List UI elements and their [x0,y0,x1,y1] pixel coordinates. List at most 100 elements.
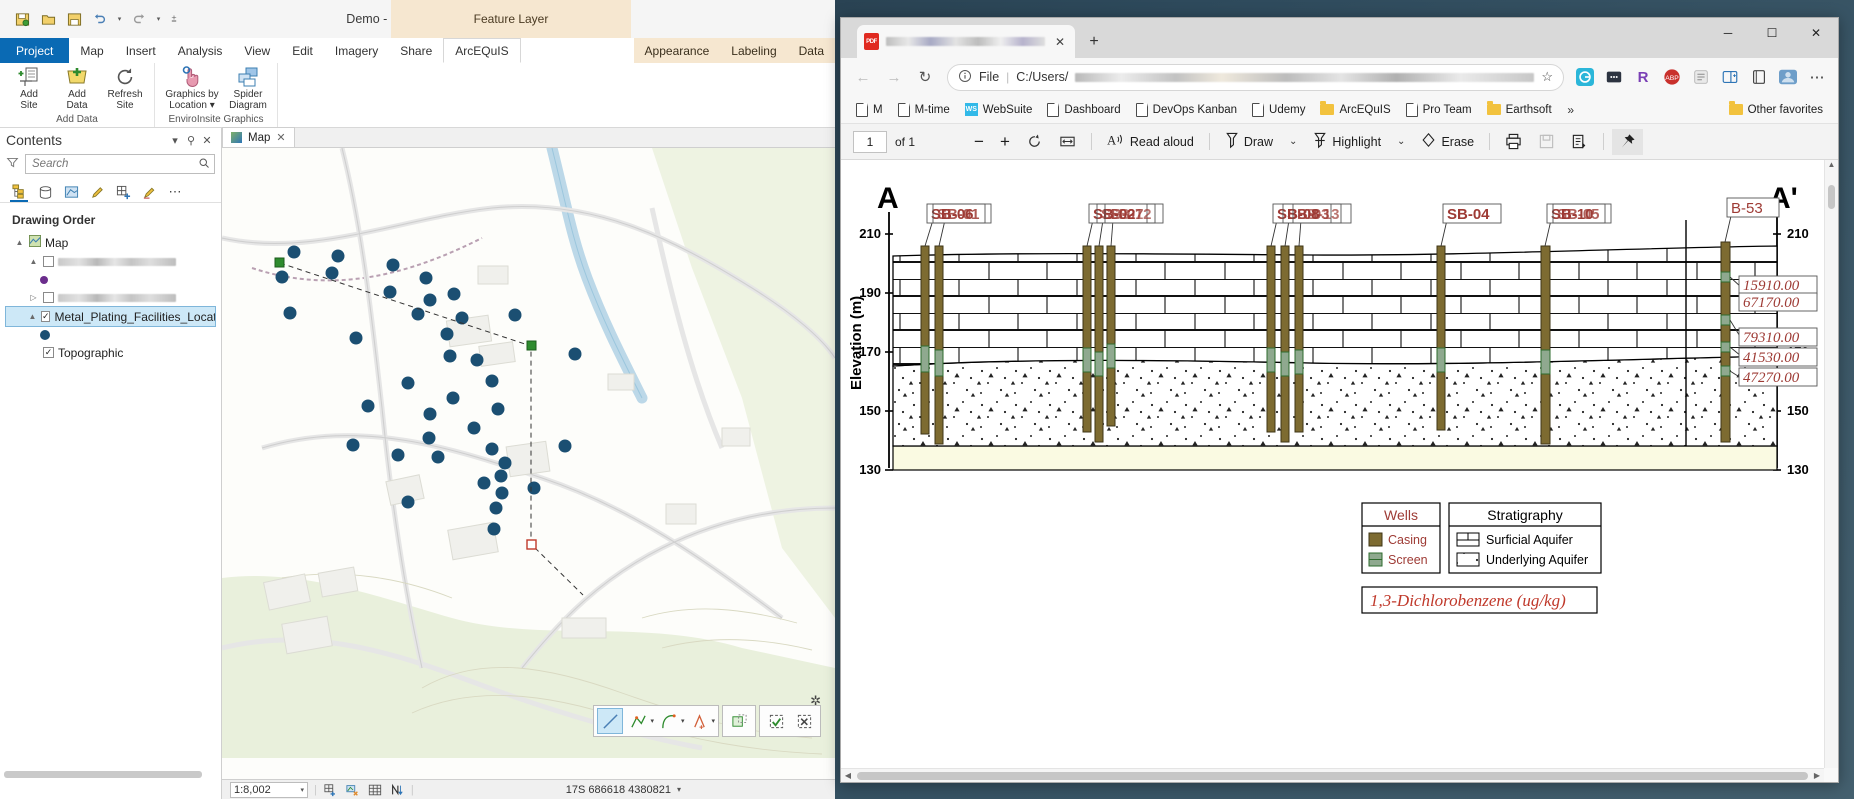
pdf-viewer-stage[interactable]: A A' 210190170 150130 Elevation (m) 2101… [841,160,1838,782]
list-by-snapping-icon[interactable] [114,182,132,202]
save-project-icon[interactable] [12,9,32,29]
scroll-thumb[interactable] [1828,185,1835,209]
line-tool[interactable] [597,708,623,734]
list-by-labeling-icon[interactable] [140,182,158,202]
highlight-dropdown[interactable]: ⌄ [1390,129,1412,155]
scroll-right-arrow[interactable]: ▶ [1810,771,1824,780]
undo-dropdown-icon[interactable]: ▾ [116,9,123,29]
map-canvas[interactable]: ▾ ▾ ▾ [222,148,835,779]
graphics-by-location-label-2[interactable]: Location ▾ [169,100,215,111]
delete-sketch-tool[interactable] [791,708,817,734]
bookmark-dashboard[interactable]: Dashboard [1041,100,1126,120]
expander-icon[interactable]: ▷ [28,293,39,302]
bookmark-m-time[interactable]: M-time [892,100,956,120]
scroll-up-arrow[interactable]: ▲ [1825,160,1838,169]
attribute-table-icon[interactable] [367,783,383,797]
search-input[interactable] [30,157,198,171]
back-button[interactable]: ← [849,63,877,91]
search-icon[interactable] [198,157,210,172]
minimize-button[interactable]: ─ [1706,18,1750,48]
maximize-button[interactable]: ☐ [1750,18,1794,48]
ribbon-tab-share[interactable]: Share [389,38,443,63]
bookmark-other-favorites[interactable]: Other favorites [1723,101,1829,119]
arc-tool[interactable] [656,708,682,734]
basemap-visibility-checkbox[interactable]: ✓ [43,347,54,358]
edit-vertices-tool[interactable] [726,708,752,734]
chevron-down-icon[interactable]: ▾ [677,785,681,794]
info-icon[interactable] [958,69,972,86]
bookmark-arcequis-folder[interactable]: ArcEQuIS [1314,101,1396,119]
pdf-vertical-scrollbar[interactable]: ▲ [1824,160,1838,768]
bookmark-udemy[interactable]: Udemy [1246,100,1311,120]
undo-icon[interactable] [90,9,110,29]
ribbon-tab-map[interactable]: Map [69,38,114,63]
list-by-drawing-order-icon[interactable] [10,182,28,202]
fit-page-icon[interactable] [1052,129,1083,155]
filter-icon[interactable] [6,156,20,172]
more-options-icon[interactable]: ⋯ [166,182,184,202]
pin-icon[interactable] [1612,129,1643,155]
grammarly-extension-icon[interactable] [1572,64,1598,90]
chevron-down-icon[interactable]: ▾ [300,786,304,794]
customize-qat-icon[interactable]: ⩲ [168,9,180,29]
abp-extension-icon[interactable]: ABP [1659,64,1685,90]
map-scale-selector[interactable]: 1:8,002 ▾ [230,782,308,798]
print-icon[interactable] [1498,129,1529,155]
refresh-button[interactable]: ↻ [911,63,939,91]
bookmark-m[interactable]: M [850,100,889,120]
browser-tab-pdf[interactable]: PDF ✕ [857,25,1075,58]
star-add-icon[interactable]: ☆ [1541,69,1553,85]
add-site-button[interactable]: Add Site [6,65,52,111]
close-tab-icon[interactable]: ✕ [1052,35,1068,49]
close-icon[interactable]: ✕ [276,131,285,144]
expander-icon[interactable]: ▲ [28,312,37,321]
layer-visibility-checkbox[interactable] [43,292,54,303]
save-as-icon[interactable] [1564,129,1595,155]
ribbon-tab-view[interactable]: View [233,38,281,63]
chevron-down-icon[interactable]: ▾ [167,134,183,147]
spider-diagram-button[interactable]: Spider Diagram [225,65,271,111]
draw-button[interactable]: Draw [1218,129,1280,155]
tree-item-layer-2[interactable]: ▷ [6,288,215,307]
ribbon-tab-data[interactable]: Data [788,38,835,63]
redo-dropdown-icon[interactable]: ▾ [155,9,162,29]
bookmark-pro-team[interactable]: Pro Team [1400,100,1478,120]
ribbon-tab-analysis[interactable]: Analysis [167,38,234,63]
tree-item-topographic[interactable]: ✓ Topographic [6,343,215,362]
ribbon-tab-arcequis[interactable]: ArcEQuIS [443,38,520,63]
close-icon[interactable]: ✕ [199,134,215,147]
split-screen-icon[interactable] [1717,64,1743,90]
gear-icon[interactable]: ✲ [810,693,821,709]
refresh-site-button[interactable]: Refresh Site [102,65,148,111]
save-as-icon[interactable] [64,9,84,29]
graphics-by-location-button[interactable]: Graphics by Location ▾ [161,65,223,111]
reader-extension-icon[interactable] [1688,64,1714,90]
pdf-horizontal-scrollbar[interactable]: ◀ ▶ [841,768,1824,782]
tree-item-layer-1[interactable]: ▲ [6,252,215,271]
scroll-left-arrow[interactable]: ◀ [841,771,855,780]
compass-icon[interactable] [389,783,405,797]
close-button[interactable]: ✕ [1794,18,1838,48]
ribbon-tab-edit[interactable]: Edit [281,38,324,63]
add-data-button[interactable]: Add Data [54,65,100,111]
list-by-editing-icon[interactable] [88,182,106,202]
pdf-page-input[interactable]: 1 [853,131,887,153]
highlight-button[interactable]: Highlight [1306,129,1388,155]
polygon-tool[interactable] [686,708,712,734]
polygon-tool-dropdown[interactable]: ▾ [711,717,715,725]
draw-dropdown[interactable]: ⌄ [1282,129,1304,155]
bookmark-devops-kanban[interactable]: DevOps Kanban [1130,100,1243,120]
layer-visibility-checkbox[interactable] [43,256,54,267]
pin-icon[interactable]: ⚲ [183,134,199,147]
expander-icon[interactable]: ▲ [14,238,25,247]
list-by-data-source-icon[interactable] [36,182,54,202]
expander-icon[interactable]: ▲ [28,257,39,266]
collections-icon[interactable] [1601,64,1627,90]
address-bar[interactable]: File | C:/Users/ ☆ [947,64,1564,91]
list-by-selection-icon[interactable] [62,182,80,202]
profile-icon[interactable] [1775,64,1801,90]
arc-tool-dropdown[interactable]: ▾ [681,717,685,725]
select-features-icon[interactable] [323,783,339,797]
contents-search-box[interactable] [25,154,215,174]
polyline-tool[interactable] [625,708,651,734]
